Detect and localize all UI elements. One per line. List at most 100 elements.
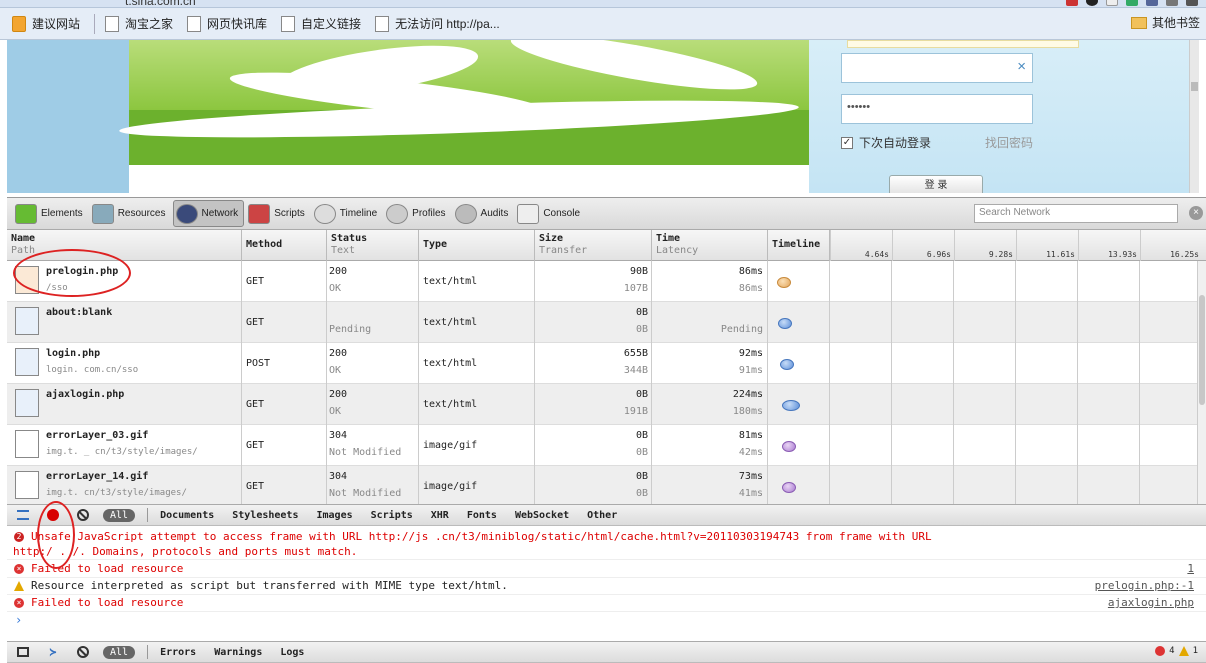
filter-all[interactable]: All (103, 508, 136, 522)
console-prompt[interactable]: › (15, 613, 22, 627)
source-link[interactable]: 1 (1187, 561, 1194, 576)
clear-icon[interactable]: × (1017, 58, 1026, 75)
login-tip-bar (847, 40, 1079, 48)
scroll-arrow-icon[interactable] (1191, 82, 1198, 91)
table-row[interactable]: about:blank GET Pending text/html 0B 0B Pendin… (7, 302, 1197, 343)
camera-icon[interactable] (1146, 0, 1158, 6)
request-size: 0B (635, 389, 648, 400)
request-latency: 180ms (732, 406, 763, 417)
column-divider (953, 343, 954, 384)
clear-button[interactable] (73, 507, 93, 523)
forgot-password-link[interactable]: 找回密码 (985, 134, 1033, 151)
filter-warnings[interactable]: Warnings (214, 647, 262, 658)
network-scrollbar[interactable] (1197, 261, 1206, 504)
bookmark-item[interactable]: 无法访问 http://pa... (375, 15, 500, 32)
column-divider (534, 302, 535, 343)
bookmark-suggested-sites[interactable]: 建议网站 (12, 15, 80, 32)
column-divider (767, 425, 768, 466)
column-time[interactable]: Time Latency (652, 230, 768, 261)
column-divider (418, 466, 419, 504)
message-counts[interactable]: 4 1 (1155, 646, 1198, 656)
column-timeline[interactable]: Timeline (768, 230, 830, 261)
dock-icon[interactable] (13, 644, 33, 660)
request-path: img.t. cn/t3/style/images/ (46, 488, 187, 498)
table-row[interactable]: errorLayer_14.gif img.t. cn/t3/style/imag… (7, 466, 1197, 504)
login-panel: × •••••• ✓ 下次自动登录 找回密码 登 录 (809, 40, 1199, 193)
tab-profiles[interactable]: Profiles (384, 200, 450, 227)
tab-timeline[interactable]: Timeline (312, 200, 382, 227)
page-background (7, 40, 129, 193)
filter-all[interactable]: All (103, 645, 136, 659)
bookmark-item[interactable]: 淘宝之家 (105, 15, 173, 32)
page-scrollbar[interactable] (1189, 40, 1199, 193)
other-bookmarks[interactable]: 其他书签 (1130, 14, 1200, 31)
column-divider (326, 384, 327, 425)
bookmark-item[interactable]: 网页快讯库 (187, 15, 267, 32)
table-row[interactable]: login.php login. com.cn/sso POST 200 OK text/… (7, 343, 1197, 384)
table-row[interactable]: ajaxlogin.php GET 200 OK text/html 0B 191B 224m… (7, 384, 1197, 425)
scrollbar-thumb[interactable] (1199, 295, 1205, 405)
network-status-bar: All Documents Stylesheets Images Scripts… (7, 504, 1206, 526)
page-icon (105, 15, 120, 32)
extension-icon[interactable] (1126, 0, 1138, 6)
request-type: text/html (423, 276, 478, 287)
column-status[interactable]: Status Text (327, 230, 419, 261)
table-row[interactable]: prelogin.php /sso GET 200 OK text/html 90B 107… (7, 261, 1197, 302)
error-icon: × (14, 564, 24, 574)
console-toggle-icon[interactable]: ≻ (43, 644, 63, 660)
password-field[interactable]: •••••• (841, 94, 1033, 124)
tab-console[interactable]: Console (515, 200, 585, 227)
column-divider (1139, 425, 1140, 466)
network-icon (175, 203, 198, 224)
column-divider (767, 302, 768, 343)
tab-resources[interactable]: Resources (90, 200, 171, 227)
folder-icon (1130, 16, 1147, 29)
console-message: Resource interpreted as script but trans… (7, 578, 1206, 595)
large-rows-icon[interactable] (13, 507, 33, 523)
filter-images[interactable]: Images (316, 510, 352, 521)
filter-websocket[interactable]: WebSocket (515, 510, 569, 521)
tab-audits[interactable]: Audits (453, 200, 514, 227)
filter-fonts[interactable]: Fonts (467, 510, 497, 521)
table-row[interactable]: errorLayer_03.gif img.t. _ cn/t3/style/im… (7, 425, 1197, 466)
remember-me-checkbox[interactable]: ✓ 下次自动登录 (841, 134, 931, 151)
address-bar[interactable]: t.sina.com.cn (125, 0, 196, 7)
checkbox-icon[interactable]: ✓ (841, 136, 853, 149)
source-link[interactable]: prelogin.php:-1 (1095, 578, 1194, 593)
network-search-input[interactable]: Search Network (974, 204, 1178, 223)
login-button[interactable]: 登 录 (889, 175, 983, 193)
column-divider (651, 384, 652, 425)
filter-xhr[interactable]: XHR (431, 510, 449, 521)
star-icon[interactable] (1106, 0, 1118, 6)
filter-documents[interactable]: Documents (160, 510, 214, 521)
filter-other[interactable]: Other (587, 510, 617, 521)
filter-stylesheets[interactable]: Stylesheets (232, 510, 298, 521)
request-status-text: OK (329, 283, 342, 294)
column-divider (891, 302, 892, 343)
clear-console-button[interactable] (73, 644, 93, 660)
wrench-icon[interactable] (1186, 0, 1198, 6)
tab-elements[interactable]: Elements (13, 200, 88, 227)
avatar-icon[interactable] (1086, 0, 1098, 6)
source-link[interactable]: ajaxlogin.php (1108, 595, 1194, 610)
filter-errors[interactable]: Errors (160, 647, 196, 658)
page-menu-icon[interactable] (1166, 0, 1178, 6)
column-size[interactable]: Size Transfer (535, 230, 652, 261)
username-field[interactable]: × (841, 53, 1033, 83)
filter-scripts[interactable]: Scripts (371, 510, 413, 521)
tab-network[interactable]: Network (172, 200, 245, 227)
column-divider (534, 261, 535, 302)
tab-scripts[interactable]: Scripts (246, 200, 310, 227)
column-type[interactable]: Type (419, 230, 535, 261)
divider (147, 645, 149, 659)
filter-logs[interactable]: Logs (280, 647, 304, 658)
close-icon[interactable]: × (1189, 206, 1203, 220)
extension-icon[interactable] (1066, 0, 1078, 6)
request-status: 200 (329, 348, 348, 359)
bookmark-item[interactable]: 自定义链接 (281, 15, 361, 32)
column-method[interactable]: Method (242, 230, 327, 261)
column-divider (1015, 343, 1016, 384)
request-time: 92ms (738, 348, 763, 359)
request-time: 73ms (738, 471, 763, 482)
column-divider (326, 302, 327, 343)
